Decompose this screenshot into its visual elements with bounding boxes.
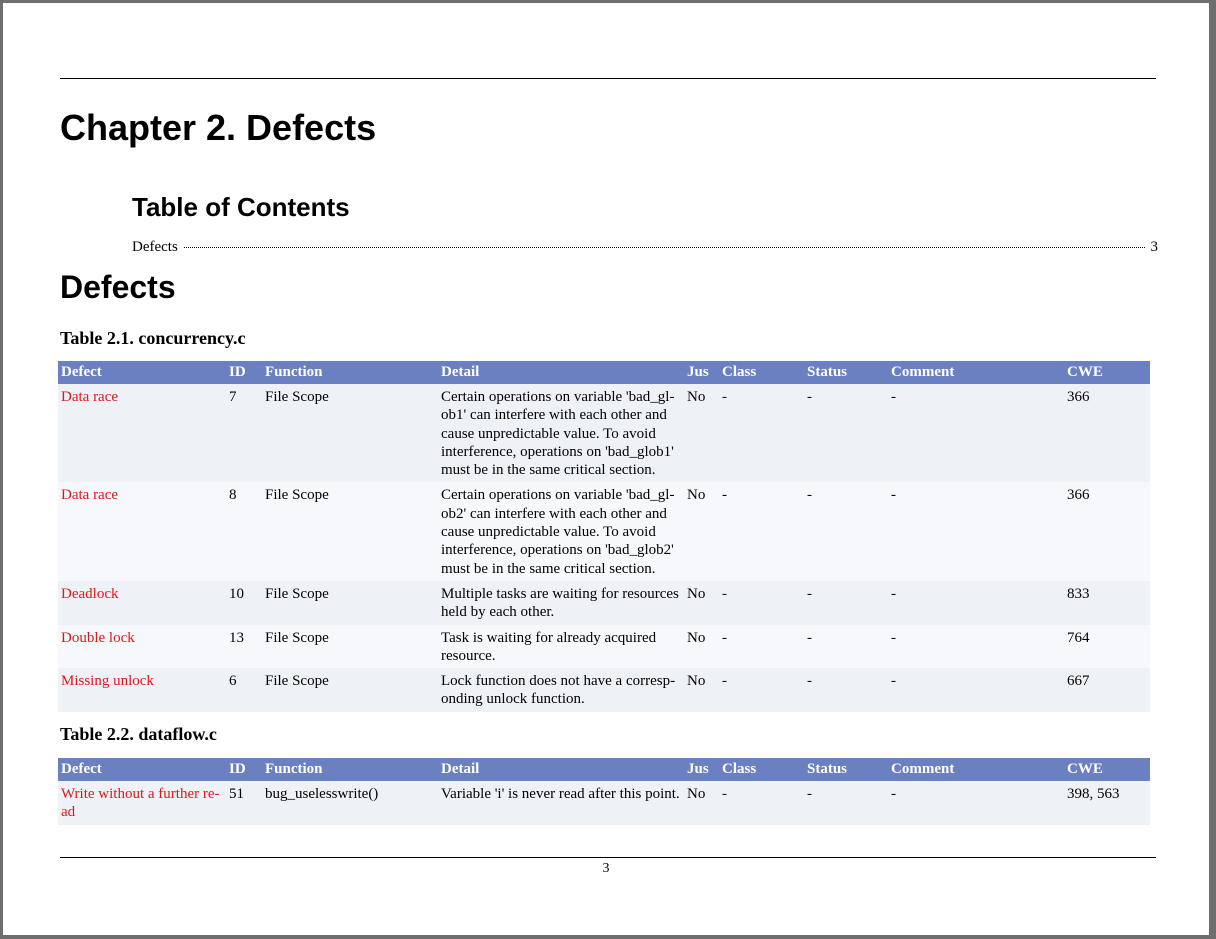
cell-cwe: 398, 563	[1064, 781, 1150, 825]
column-header-cwe: CWE	[1064, 361, 1150, 384]
cell-status: -	[804, 624, 888, 669]
cell-detail: Variable 'i' is never read after this po…	[438, 781, 684, 825]
table-row: Double lock 13 File Scope Task is waiting f…	[58, 624, 1150, 669]
table-row: Data race 8 File Scope Certain operations o…	[58, 482, 1150, 581]
cell-defect[interactable]: Data race	[58, 384, 226, 483]
table-header-row: Defect ID Function Detail Jus Class Status Comm…	[58, 361, 1150, 384]
table-header-row: Defect ID Function Detail Jus Class Status Comm…	[58, 758, 1150, 781]
cell-defect[interactable]: Missing unlock	[58, 668, 226, 712]
table-caption-dataflow: Table 2.2. dataflow.c	[60, 724, 217, 744]
column-header-comment: Comment	[888, 361, 1064, 384]
cell-cwe: 667	[1064, 668, 1150, 712]
cell-cwe: 366	[1064, 482, 1150, 581]
toc-entry-label[interactable]: Defects	[132, 239, 178, 256]
column-header-status: Status	[804, 758, 888, 781]
cell-status: -	[804, 668, 888, 712]
defects-table-concurrency: Defect ID Function Detail Jus Class Status Comm…	[58, 361, 1150, 712]
column-header-defect: Defect	[58, 361, 226, 384]
cell-id: 6	[226, 668, 262, 712]
cell-detail: Certain operations on variable 'bad_gl­o…	[438, 482, 684, 581]
column-header-detail: Detail	[438, 758, 684, 781]
cell-detail: Certain operations on variable 'bad_gl­o…	[438, 384, 684, 483]
cell-comment: -	[888, 384, 1064, 483]
cell-cwe: 833	[1064, 580, 1150, 625]
footer-rule	[60, 857, 1156, 858]
cell-comment: -	[888, 580, 1064, 625]
cell-class: -	[719, 781, 804, 825]
table-caption-concurrency: Table 2.1. concurrency.c	[60, 328, 246, 348]
cell-cwe: 366	[1064, 384, 1150, 483]
column-header-cwe: CWE	[1064, 758, 1150, 781]
column-header-comment: Comment	[888, 758, 1064, 781]
cell-id: 7	[226, 384, 262, 483]
cell-function: bug_uselesswrite()	[262, 781, 438, 825]
cell-status: -	[804, 781, 888, 825]
cell-status: -	[804, 580, 888, 625]
chapter-title: Chapter 2. Defects	[60, 107, 377, 148]
column-header-function: Function	[262, 361, 438, 384]
cell-justified: No	[684, 668, 719, 712]
column-header-class: Class	[719, 361, 804, 384]
cell-defect[interactable]: Data race	[58, 482, 226, 581]
column-header-status: Status	[804, 361, 888, 384]
cell-comment: -	[888, 781, 1064, 825]
cell-class: -	[719, 384, 804, 483]
toc-entry-page[interactable]: 3	[1151, 239, 1159, 256]
cell-detail: Multiple tasks are waiting for resourc­e…	[438, 580, 684, 625]
cell-defect[interactable]: Deadlock	[58, 580, 226, 625]
cell-defect[interactable]: Write without a further re­ad	[58, 781, 226, 825]
column-header-class: Class	[719, 758, 804, 781]
toc-leader-dots	[183, 247, 1145, 248]
cell-function: File Scope	[262, 668, 438, 712]
header-rule	[60, 78, 1156, 79]
cell-status: -	[804, 482, 888, 581]
cell-id: 51	[226, 781, 262, 825]
cell-function: File Scope	[262, 624, 438, 669]
cell-function: File Scope	[262, 580, 438, 625]
cell-justified: No	[684, 580, 719, 625]
cell-class: -	[719, 624, 804, 669]
cell-id: 8	[226, 482, 262, 581]
column-header-id: ID	[226, 758, 262, 781]
column-header-justified: Jus	[684, 361, 719, 384]
column-header-justified: Jus	[684, 758, 719, 781]
cell-defect[interactable]: Double lock	[58, 624, 226, 669]
cell-comment: -	[888, 624, 1064, 669]
cell-detail: Task is waiting for already acquired res…	[438, 624, 684, 669]
page-number: 3	[602, 861, 610, 876]
cell-justified: No	[684, 781, 719, 825]
cell-class: -	[719, 668, 804, 712]
cell-id: 13	[226, 624, 262, 669]
table-row: Data race 7 File Scope Certain operations o…	[58, 384, 1150, 483]
cell-class: -	[719, 482, 804, 581]
column-header-function: Function	[262, 758, 438, 781]
cell-detail: Lock function does not have a corresp­on…	[438, 668, 684, 712]
cell-status: -	[804, 384, 888, 483]
cell-comment: -	[888, 668, 1064, 712]
cell-class: -	[719, 580, 804, 625]
toc-title: Table of Contents	[132, 192, 350, 222]
column-header-id: ID	[226, 361, 262, 384]
section-title: Defects	[60, 269, 176, 305]
table-row: Missing unlock 6 File Scope Lock function d…	[58, 668, 1150, 712]
table-row: Deadlock 10 File Scope Multiple tasks are w…	[58, 580, 1150, 625]
column-header-detail: Detail	[438, 361, 684, 384]
cell-function: File Scope	[262, 384, 438, 483]
toc-entry-defects[interactable]: Defects 3	[132, 239, 1158, 256]
table-row: Write without a further re­ad 51 bug_usele…	[58, 781, 1150, 825]
column-header-defect: Defect	[58, 758, 226, 781]
cell-comment: -	[888, 482, 1064, 581]
cell-justified: No	[684, 384, 719, 483]
document-page: Chapter 2. Defects Table of Contents Def…	[3, 3, 1209, 935]
cell-function: File Scope	[262, 482, 438, 581]
cell-id: 10	[226, 580, 262, 625]
defects-table-dataflow: Defect ID Function Detail Jus Class Status Comm…	[58, 758, 1150, 825]
cell-cwe: 764	[1064, 624, 1150, 669]
cell-justified: No	[684, 482, 719, 581]
cell-justified: No	[684, 624, 719, 669]
